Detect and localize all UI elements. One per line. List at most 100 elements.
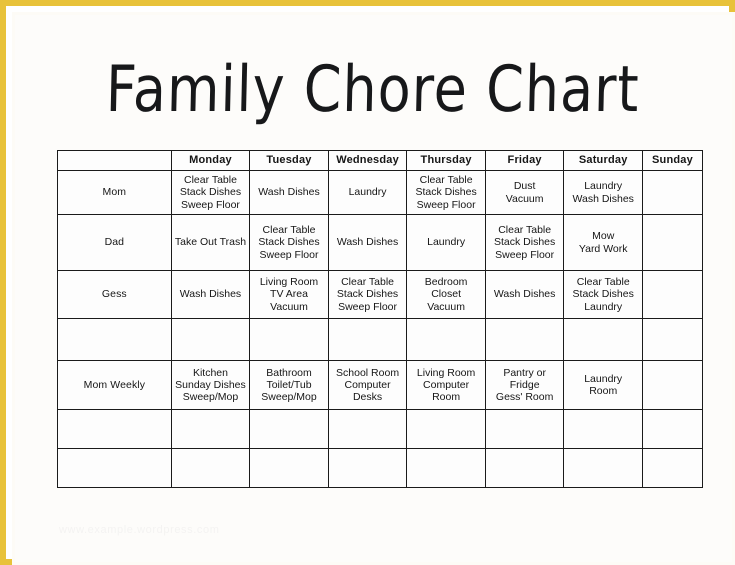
chore-cell[interactable]: [327, 409, 408, 449]
table-row: Gess Wash Dishes Living Room TV Area Vacuum C…: [57, 270, 704, 319]
chore-cell[interactable]: [641, 318, 704, 361]
chore-cell[interactable]: Laundry Room: [563, 360, 643, 410]
chore-cell[interactable]: Clear Table Stack Dishes Laundry: [563, 270, 643, 319]
row-label-cell[interactable]: Gess: [57, 270, 172, 319]
chore-cell[interactable]: [641, 270, 704, 319]
chore-cell-text: Bathroom Toilet/Tub Sweep/Mop: [251, 367, 328, 404]
chore-cell[interactable]: [563, 318, 643, 361]
chore-cell[interactable]: Wash Dishes: [484, 270, 565, 319]
chore-cell-text: Living Room Computer Room: [408, 367, 485, 404]
chore-cell[interactable]: [406, 409, 486, 449]
chore-line: Vacuum: [427, 300, 465, 313]
chore-cell[interactable]: Dust Vacuum: [484, 170, 565, 215]
chore-cell-text: Clear Table Stack Dishes Laundry: [565, 276, 642, 313]
chore-line: School Room: [336, 366, 400, 379]
chore-cell-text: Wash Dishes: [251, 186, 328, 199]
chore-cell[interactable]: Clear Table Stack Dishes Sweep Floor: [170, 170, 251, 215]
chore-cell-text: Laundry: [408, 236, 485, 248]
chore-cell[interactable]: [641, 170, 704, 215]
chore-cell[interactable]: Living Room Computer Room: [406, 360, 486, 410]
chore-cell-text: Clear Table Stack Dishes Sweep Floor: [408, 174, 485, 211]
chore-line: Room: [589, 385, 618, 397]
chore-line: Take Out Trash: [174, 236, 247, 249]
chore-cell[interactable]: Clear Table Stack Dishes Sweep Floor: [249, 214, 329, 271]
chore-cell[interactable]: [327, 448, 408, 488]
row-label-cell[interactable]: Mom Weekly: [57, 360, 172, 410]
chore-cell[interactable]: Take Out Trash: [170, 214, 251, 271]
chore-cell[interactable]: Laundry: [406, 214, 486, 271]
table-row: [57, 318, 704, 361]
chore-cell[interactable]: [641, 214, 704, 271]
chore-cell[interactable]: Clear Table Stack Dishes Sweep Floor: [484, 214, 565, 271]
chore-line: Wash Dishes: [493, 288, 556, 301]
chore-cell[interactable]: [406, 448, 486, 488]
chore-line: Room: [432, 391, 461, 404]
chore-cell[interactable]: [484, 448, 565, 488]
chore-cell[interactable]: [563, 448, 643, 488]
chore-cell-text: Living Room TV Area Vacuum: [251, 276, 328, 313]
chore-cell[interactable]: Kitchen Sunday Dishes Sweep/Mop: [170, 360, 251, 410]
chore-cell-text: Kitchen Sunday Dishes Sweep/Mop: [172, 366, 249, 404]
chore-cell-text: Wash Dishes: [172, 288, 249, 300]
chore-cell[interactable]: [170, 318, 251, 361]
chore-cell[interactable]: Clear Table Stack Dishes Sweep Floor: [327, 270, 408, 319]
chore-cell[interactable]: Mow Yard Work: [563, 214, 643, 271]
table-header-row: Monday Tuesday Wednesday Thursday Friday…: [57, 150, 704, 171]
chore-cell[interactable]: Wash Dishes: [170, 270, 251, 319]
chore-cell-text: Clear Table Stack Dishes Sweep Floor: [486, 224, 563, 261]
chore-cell-text: School Room Computer Desks: [329, 366, 406, 404]
chore-cell[interactable]: [249, 409, 329, 449]
chore-line: Stack Dishes: [415, 186, 477, 199]
chore-cell[interactable]: [170, 409, 251, 449]
chore-line: Sunday Dishes: [175, 378, 246, 391]
chore-cell[interactable]: [170, 448, 251, 488]
chore-cell[interactable]: [641, 360, 704, 410]
chore-cell[interactable]: [641, 409, 704, 449]
page-frame: Family Chore Chart Monday Tuesday Wednes…: [0, 0, 735, 565]
chore-cell[interactable]: [327, 318, 408, 361]
chore-cell[interactable]: Bedroom Closet Vacuum: [406, 270, 486, 319]
table-row: Mom Clear Table Stack Dishes Sweep Floor Was…: [57, 170, 704, 215]
chore-line: Laundry: [348, 186, 387, 199]
table-row: Mom Weekly Kitchen Sunday Dishes Sweep/Mop B…: [57, 360, 704, 410]
chore-cell-text: Take Out Trash: [172, 236, 249, 249]
chore-cell[interactable]: [406, 318, 486, 361]
chore-cell[interactable]: Bathroom Toilet/Tub Sweep/Mop: [249, 360, 329, 410]
chore-cell[interactable]: Living Room TV Area Vacuum: [249, 270, 329, 319]
row-label-cell[interactable]: [57, 318, 172, 361]
chore-line: Stack Dishes: [336, 288, 399, 301]
chore-cell[interactable]: [484, 409, 565, 449]
chore-cell-text: Mow Yard Work: [565, 230, 642, 255]
chore-cell[interactable]: Laundry: [327, 170, 408, 215]
chore-cell-text: Clear Table Stack Dishes Sweep Floor: [251, 224, 328, 261]
row-label-cell[interactable]: Mom: [57, 170, 172, 215]
table-row: [57, 409, 704, 449]
chore-cell-text: Bedroom Closet Vacuum: [408, 276, 485, 313]
chore-cell[interactable]: Wash Dishes: [327, 214, 408, 271]
header-sunday: Sunday: [641, 150, 704, 171]
header-friday: Friday: [484, 150, 565, 171]
chore-cell[interactable]: School Room Computer Desks: [327, 360, 408, 410]
chore-line: Sweep Floor: [180, 198, 240, 211]
chore-line: Bedroom: [424, 276, 468, 289]
chore-line: Laundry: [584, 300, 623, 313]
row-label-cell[interactable]: [57, 448, 172, 488]
chore-cell[interactable]: [484, 318, 565, 361]
chore-line: Fridge: [509, 378, 540, 391]
chore-line: Clear Table: [184, 174, 237, 187]
chore-cell[interactable]: Clear Table Stack Dishes Sweep Floor: [406, 170, 486, 215]
row-label-cell[interactable]: [57, 409, 172, 449]
chore-cell[interactable]: [641, 448, 704, 488]
chore-cell[interactable]: Laundry Wash Dishes: [563, 170, 643, 215]
header-corner-cell: [57, 150, 172, 171]
chore-chart-table-container: Monday Tuesday Wednesday Thursday Friday…: [57, 150, 704, 488]
chore-cell[interactable]: Pantry or Fridge Gess' Room: [484, 360, 565, 410]
chore-cell[interactable]: [249, 448, 329, 488]
chore-cell[interactable]: Wash Dishes: [249, 170, 329, 215]
chore-line: Kitchen: [192, 366, 228, 379]
chore-cell-text: Clear Table Stack Dishes Sweep Floor: [329, 276, 406, 313]
chore-cell[interactable]: [563, 409, 643, 449]
chore-line: Wash Dishes: [258, 186, 320, 199]
row-label-cell[interactable]: Dad: [57, 214, 172, 271]
chore-cell[interactable]: [249, 318, 329, 361]
